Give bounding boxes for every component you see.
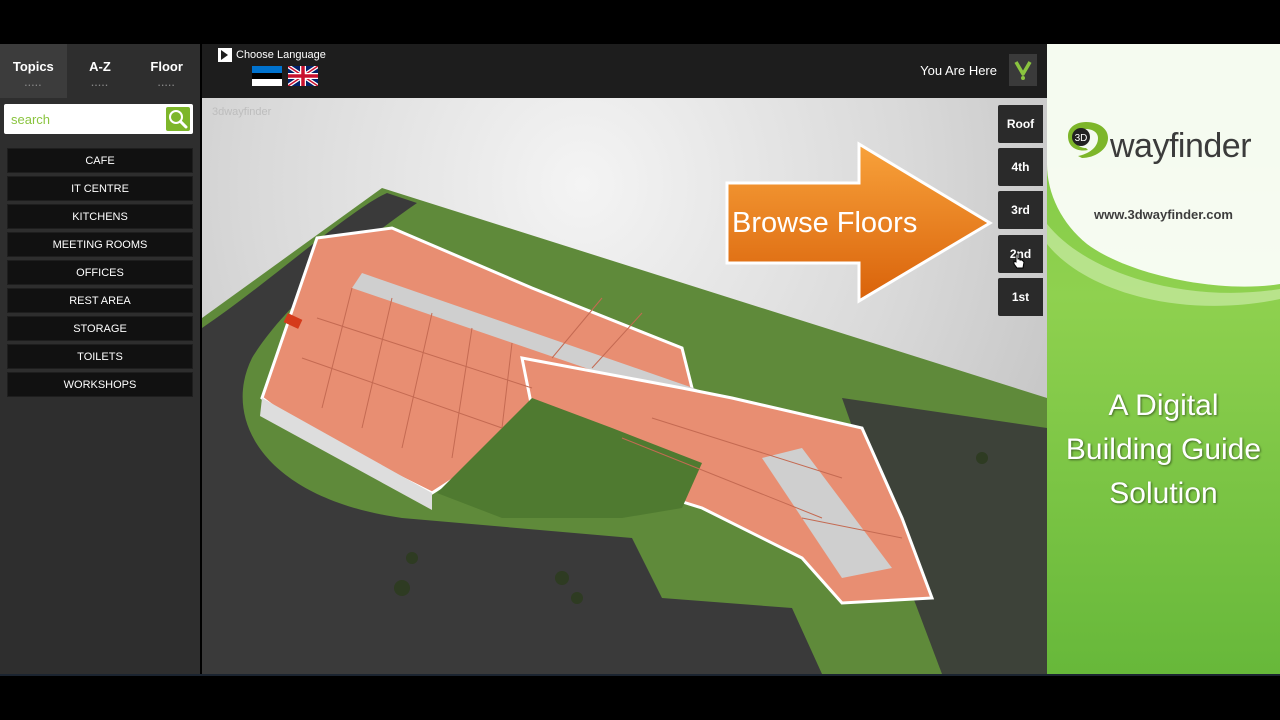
search-icon [169,110,188,129]
floor-button-1st[interactable]: 1st [998,278,1043,316]
category-meeting-rooms[interactable]: MEETING ROOMS [7,232,193,257]
search-input[interactable] [4,104,162,134]
left-panel: Topics ..... A-Z ..... Floor ..... CAFE … [0,44,200,674]
floor-button-3rd[interactable]: 3rd [998,191,1043,229]
wayfinder-logo-icon: 3D [1068,122,1108,158]
search-button[interactable] [166,107,190,131]
choose-language: Choose Language [218,48,326,62]
website-url[interactable]: www.3dwayfinder.com [1047,207,1280,222]
category-toilets[interactable]: TOILETS [7,344,193,369]
browse-floors-callout: Browse Floors [725,141,993,304]
tab-a-z-label: A-Z [89,59,111,74]
category-offices[interactable]: OFFICES [7,260,193,285]
category-workshops[interactable]: WORKSHOPS [7,372,193,397]
tab-topics[interactable]: Topics ..... [0,44,67,98]
location-marker-icon [1014,61,1032,80]
tab-a-z[interactable]: A-Z ..... [67,44,134,98]
logo-text: wayfinder [1110,127,1252,165]
map-view[interactable]: 3dwayfinder Browse Floors [202,98,1047,674]
you-are-here-label: You Are Here [920,63,997,78]
browse-floors-label: Browse Floors [732,207,917,239]
tab-topics-indicator: ..... [24,78,43,88]
category-cafe[interactable]: CAFE [7,148,193,173]
uk-flag-icon[interactable] [288,66,318,86]
floor-button-roof[interactable]: Roof [998,105,1043,143]
tab-a-z-indicator: ..... [91,78,109,88]
tab-floor-indicator: ..... [157,78,176,88]
top-bar: Choose Language You Are Here [202,44,1047,98]
floor-button-4th[interactable]: 4th [998,148,1043,186]
choose-language-label: Choose Language [236,49,326,61]
bottom-divider [0,674,1280,676]
category-storage[interactable]: STORAGE [7,316,193,341]
tagline-line-2: Building Guide [1065,433,1262,466]
tab-floor-label: Floor [150,59,183,74]
tab-topics-label: Topics [12,59,54,74]
arrow-right-icon [218,48,232,62]
tab-floor[interactable]: Floor ..... [133,44,200,98]
category-rest-area[interactable]: REST AREA [7,288,193,313]
hand-cursor-icon [1013,253,1025,269]
tagline-line-1: A Digital [1108,389,1219,422]
promo-panel: 3D wayfinder www.3dwayfinder.com A Digit… [1047,44,1280,674]
you-are-here-button[interactable] [1009,54,1037,86]
category-list: CAFE IT CENTRE KITCHENS MEETING ROOMS OF… [7,148,193,400]
category-it-centre[interactable]: IT CENTRE [7,176,193,201]
search-box [4,104,193,134]
tab-bar: Topics ..... A-Z ..... Floor ..... [0,44,200,98]
category-kitchens[interactable]: KITCHENS [7,204,193,229]
estonian-flag-icon[interactable] [252,66,282,86]
tagline-line-3: Solution [1109,477,1218,510]
logo-badge-text: 3D [1075,133,1088,144]
